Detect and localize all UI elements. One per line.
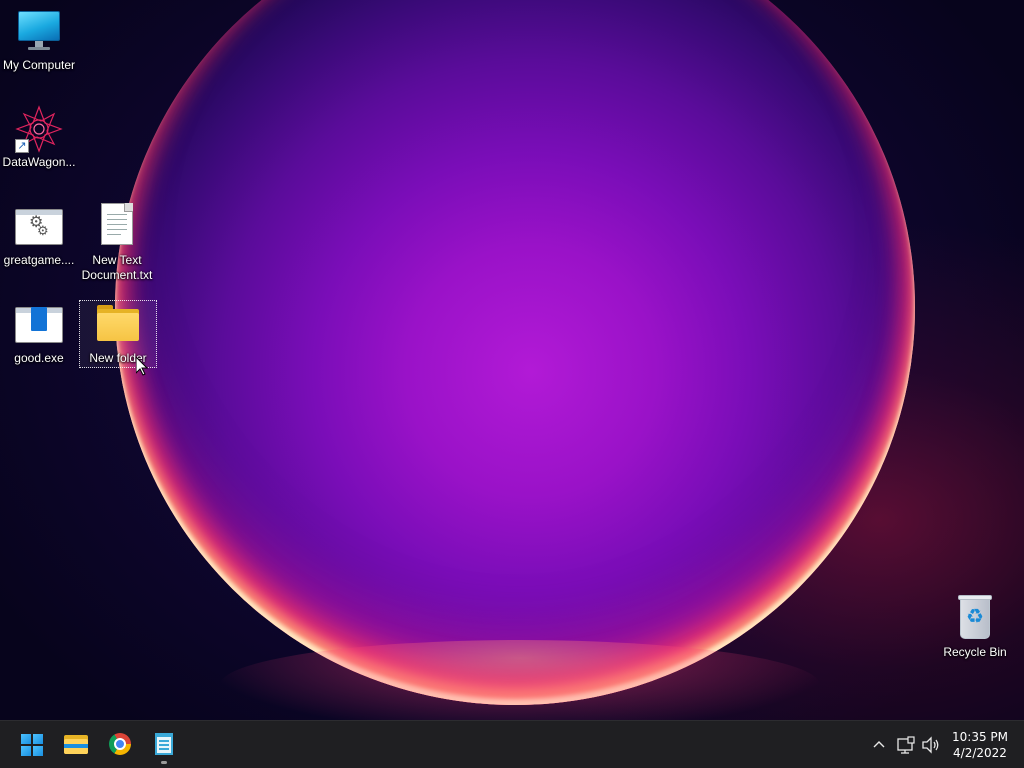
desktop-icon-label: My Computer xyxy=(2,58,76,72)
desktop-icon-label: good.exe xyxy=(14,351,64,365)
desktop-icon-recycle-bin[interactable]: ♻ Recycle Bin xyxy=(936,595,1014,660)
chrome-icon xyxy=(109,733,131,755)
desktop-icon-my-computer[interactable]: My Computer xyxy=(0,8,78,73)
desktop-icon-label: greatgame.... xyxy=(3,253,75,267)
wallpaper-glow xyxy=(220,640,820,720)
running-indicator xyxy=(161,761,167,764)
folder-icon xyxy=(94,301,142,349)
volume-icon[interactable] xyxy=(920,734,942,756)
taskbar-file-explorer[interactable] xyxy=(56,725,96,765)
windows-start-icon xyxy=(21,734,43,756)
desktop-icon-new-text-document[interactable]: New Text Document.txt xyxy=(78,203,156,283)
taskbar-notepad[interactable] xyxy=(144,725,184,765)
desktop-icon-greatgame[interactable]: ⚙ ⚙ greatgame.... xyxy=(0,203,78,268)
clock-date: 4/2/2022 xyxy=(953,746,1007,760)
monitor-icon xyxy=(15,8,63,56)
shortcut-arrow-icon: ↗ xyxy=(15,139,29,153)
wallpaper-sphere xyxy=(115,0,915,705)
desktop-icon-label: New Text Document.txt xyxy=(81,253,153,282)
taskbar-clock[interactable]: 10:35 PM 4/2/2022 xyxy=(940,729,1020,761)
text-document-icon xyxy=(93,203,141,251)
start-button[interactable] xyxy=(12,725,52,765)
desktop-icon-label: DataWagon... xyxy=(2,155,76,169)
desktop-icon-label: Recycle Bin xyxy=(943,645,1007,659)
network-icon[interactable] xyxy=(895,734,917,756)
notepad-icon xyxy=(155,733,173,755)
desktop-icon-good-exe[interactable]: good.exe xyxy=(0,301,78,366)
clock-time: 10:35 PM xyxy=(952,730,1008,744)
taskbar: 10:35 PM 4/2/2022 xyxy=(0,720,1024,768)
mouse-cursor-icon xyxy=(136,357,148,376)
app-window-icon xyxy=(15,301,63,349)
recycle-bin-icon: ♻ xyxy=(951,595,999,643)
gear-window-icon: ⚙ ⚙ xyxy=(15,203,63,251)
desktop-icon-datawagon[interactable]: ↗ DataWagon... xyxy=(0,105,78,170)
datawagon-icon: ↗ xyxy=(15,105,63,153)
chevron-up-icon[interactable] xyxy=(868,734,890,756)
taskbar-chrome[interactable] xyxy=(100,725,140,765)
